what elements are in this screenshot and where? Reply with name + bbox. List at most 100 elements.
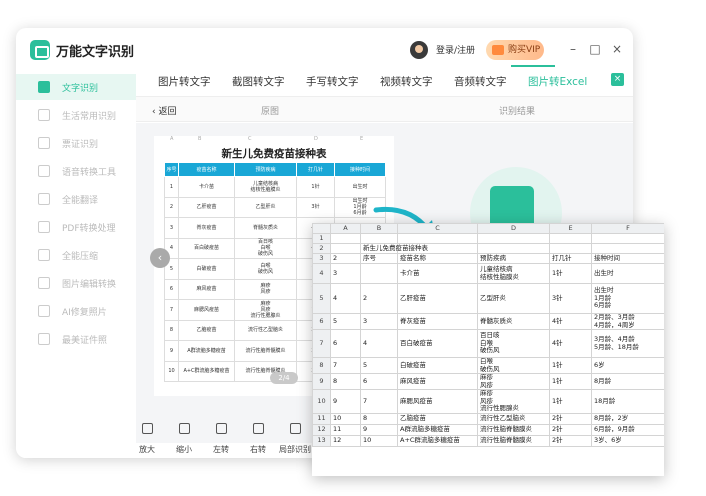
sidebar-item[interactable]: 全能压缩: [16, 242, 136, 268]
excel-cell[interactable]: 出生时 1月龄 6月龄: [591, 283, 664, 314]
prev-page-button[interactable]: ‹: [150, 248, 170, 268]
close-icon[interactable]: ×: [608, 40, 626, 58]
excel-cell[interactable]: 7: [330, 357, 361, 374]
toolbar-button[interactable]: 右转: [241, 418, 275, 454]
sidebar-item[interactable]: 文字识别: [16, 74, 136, 100]
excel-cell[interactable]: 5: [360, 357, 398, 374]
excel-cell[interactable]: 7: [360, 389, 398, 414]
excel-cell[interactable]: 白喉 破伤风: [477, 357, 550, 374]
excel-cell[interactable]: 流行性脑脊髓膜炎: [477, 424, 550, 436]
excel-cell[interactable]: 1针: [549, 357, 592, 374]
toolbar-button[interactable]: 左转: [204, 418, 238, 454]
excel-cell[interactable]: 3月龄、4月龄 5月龄、18月龄: [591, 329, 664, 358]
excel-cell[interactable]: 麻腮风疫苗: [397, 389, 478, 414]
excel-row-number[interactable]: 6: [312, 313, 331, 330]
excel-cell[interactable]: 3针: [549, 283, 592, 314]
excel-cell[interactable]: 1针: [549, 263, 592, 284]
excel-cell[interactable]: 打几针: [549, 253, 592, 264]
excel-cell[interactable]: 麻疹 风疹 流行性腮腺炎: [477, 389, 550, 414]
excel-cell[interactable]: [330, 233, 361, 244]
excel-cell[interactable]: [360, 233, 398, 244]
excel-cell[interactable]: 6月龄，9月龄: [591, 424, 664, 436]
tab[interactable]: 截图转文字: [232, 74, 285, 89]
excel-column-header[interactable]: A: [330, 223, 361, 234]
sidebar-item[interactable]: 生活常用识别: [16, 102, 136, 128]
excel-cell[interactable]: 卡介苗: [397, 263, 478, 284]
excel-cell[interactable]: [360, 263, 398, 284]
excel-cell[interactable]: 4: [330, 283, 361, 314]
excel-cell[interactable]: 5: [330, 313, 361, 330]
excel-cell[interactable]: 11: [330, 424, 361, 436]
sidebar-item[interactable]: 最美证件照: [16, 326, 136, 352]
excel-cell[interactable]: 9: [360, 424, 398, 436]
excel-column-header[interactable]: E: [549, 223, 592, 234]
minimize-icon[interactable]: –: [564, 40, 582, 58]
excel-cell[interactable]: 4针: [549, 329, 592, 358]
excel-cell[interactable]: 18月龄: [591, 389, 664, 414]
excel-cell[interactable]: 2月龄、3月龄 4月龄，4周岁: [591, 313, 664, 330]
sidebar-item[interactable]: 图片编辑转换: [16, 270, 136, 296]
excel-cell[interactable]: 10: [330, 413, 361, 425]
excel-cell[interactable]: 麻风疫苗: [397, 373, 478, 390]
sidebar-item[interactable]: 全能翻译: [16, 186, 136, 212]
excel-cell[interactable]: 6岁: [591, 357, 664, 374]
excel-cell[interactable]: [477, 243, 550, 254]
excel-cell[interactable]: 10: [360, 435, 398, 447]
excel-cell[interactable]: 8月龄: [591, 373, 664, 390]
excel-cell[interactable]: 3: [360, 313, 398, 330]
excel-cell[interactable]: [591, 243, 664, 254]
excel-cell[interactable]: 预防疾病: [477, 253, 550, 264]
buy-vip-button[interactable]: 购买VIP: [486, 40, 544, 60]
tab[interactable]: 手写转文字: [306, 74, 359, 89]
excel-cell[interactable]: 1针: [549, 389, 592, 414]
excel-cell[interactable]: 3岁、6岁: [591, 435, 664, 447]
excel-row-number[interactable]: 4: [312, 263, 331, 284]
excel-cell[interactable]: 2针: [549, 413, 592, 425]
excel-cell[interactable]: 百日咳 白喉 破伤风: [477, 329, 550, 358]
excel-row-number[interactable]: 13: [312, 435, 331, 447]
excel-cell[interactable]: [549, 243, 592, 254]
toolbar-button[interactable]: 缩小: [167, 418, 201, 454]
excel-cell[interactable]: 2: [330, 253, 361, 264]
excel-cell[interactable]: 新生儿免费疫苗接种表: [360, 243, 428, 254]
excel-row-number[interactable]: 1: [312, 233, 331, 244]
excel-column-header[interactable]: B: [360, 223, 398, 234]
excel-cell[interactable]: 疫苗名称: [397, 253, 478, 264]
excel-cell[interactable]: 白破疫苗: [397, 357, 478, 374]
excel-cell[interactable]: 乙型肝炎: [477, 283, 550, 314]
excel-cell[interactable]: 接种时间: [591, 253, 664, 264]
excel-cell[interactable]: 流行性脑脊髓膜炎: [477, 435, 550, 447]
excel-column-header[interactable]: C: [397, 223, 478, 234]
sidebar-item[interactable]: AI修复照片: [16, 298, 136, 324]
excel-cell[interactable]: 乙肝疫苗: [397, 283, 478, 314]
excel-cell[interactable]: 脊灰疫苗: [397, 313, 478, 330]
avatar[interactable]: [410, 41, 428, 59]
tab[interactable]: 图片转文字: [158, 74, 211, 89]
excel-row-number[interactable]: 8: [312, 357, 331, 374]
sidebar-item[interactable]: 票证识别: [16, 130, 136, 156]
excel-cell[interactable]: 3: [330, 263, 361, 284]
excel-row-number[interactable]: 10: [312, 389, 331, 414]
excel-icon[interactable]: ×: [611, 73, 624, 86]
tab[interactable]: 视频转文字: [380, 74, 433, 89]
excel-cell[interactable]: 12: [330, 435, 361, 447]
excel-row-number[interactable]: 2: [312, 243, 331, 254]
excel-cell[interactable]: 麻疹 风疹: [477, 373, 550, 390]
sidebar-item[interactable]: PDF转换处理: [16, 214, 136, 240]
excel-cell[interactable]: 序号: [360, 253, 398, 264]
excel-cell[interactable]: 百白破疫苗: [397, 329, 478, 358]
excel-cell[interactable]: 6: [360, 373, 398, 390]
excel-cell[interactable]: 4针: [549, 313, 592, 330]
excel-column-header[interactable]: D: [477, 223, 550, 234]
tab[interactable]: 音频转文字: [454, 74, 507, 89]
excel-cell[interactable]: A群流脑多糖疫苗: [397, 424, 478, 436]
excel-cell[interactable]: 8月龄，2岁: [591, 413, 664, 425]
excel-row-number[interactable]: 5: [312, 283, 331, 314]
excel-result-sheet[interactable]: ABCDEF 1 2 新生儿免费疫苗接种表 3 2 序号 疫苗名称 预防疾病 打几针 接种时间 4 3…: [312, 223, 664, 476]
excel-cell[interactable]: [330, 243, 361, 254]
excel-cell[interactable]: 2针: [549, 435, 592, 447]
excel-row-number[interactable]: 3: [312, 253, 331, 264]
back-button[interactable]: ‹ 返回: [152, 104, 176, 117]
excel-cell[interactable]: 4: [360, 329, 398, 358]
excel-cell[interactable]: 2: [360, 283, 398, 314]
